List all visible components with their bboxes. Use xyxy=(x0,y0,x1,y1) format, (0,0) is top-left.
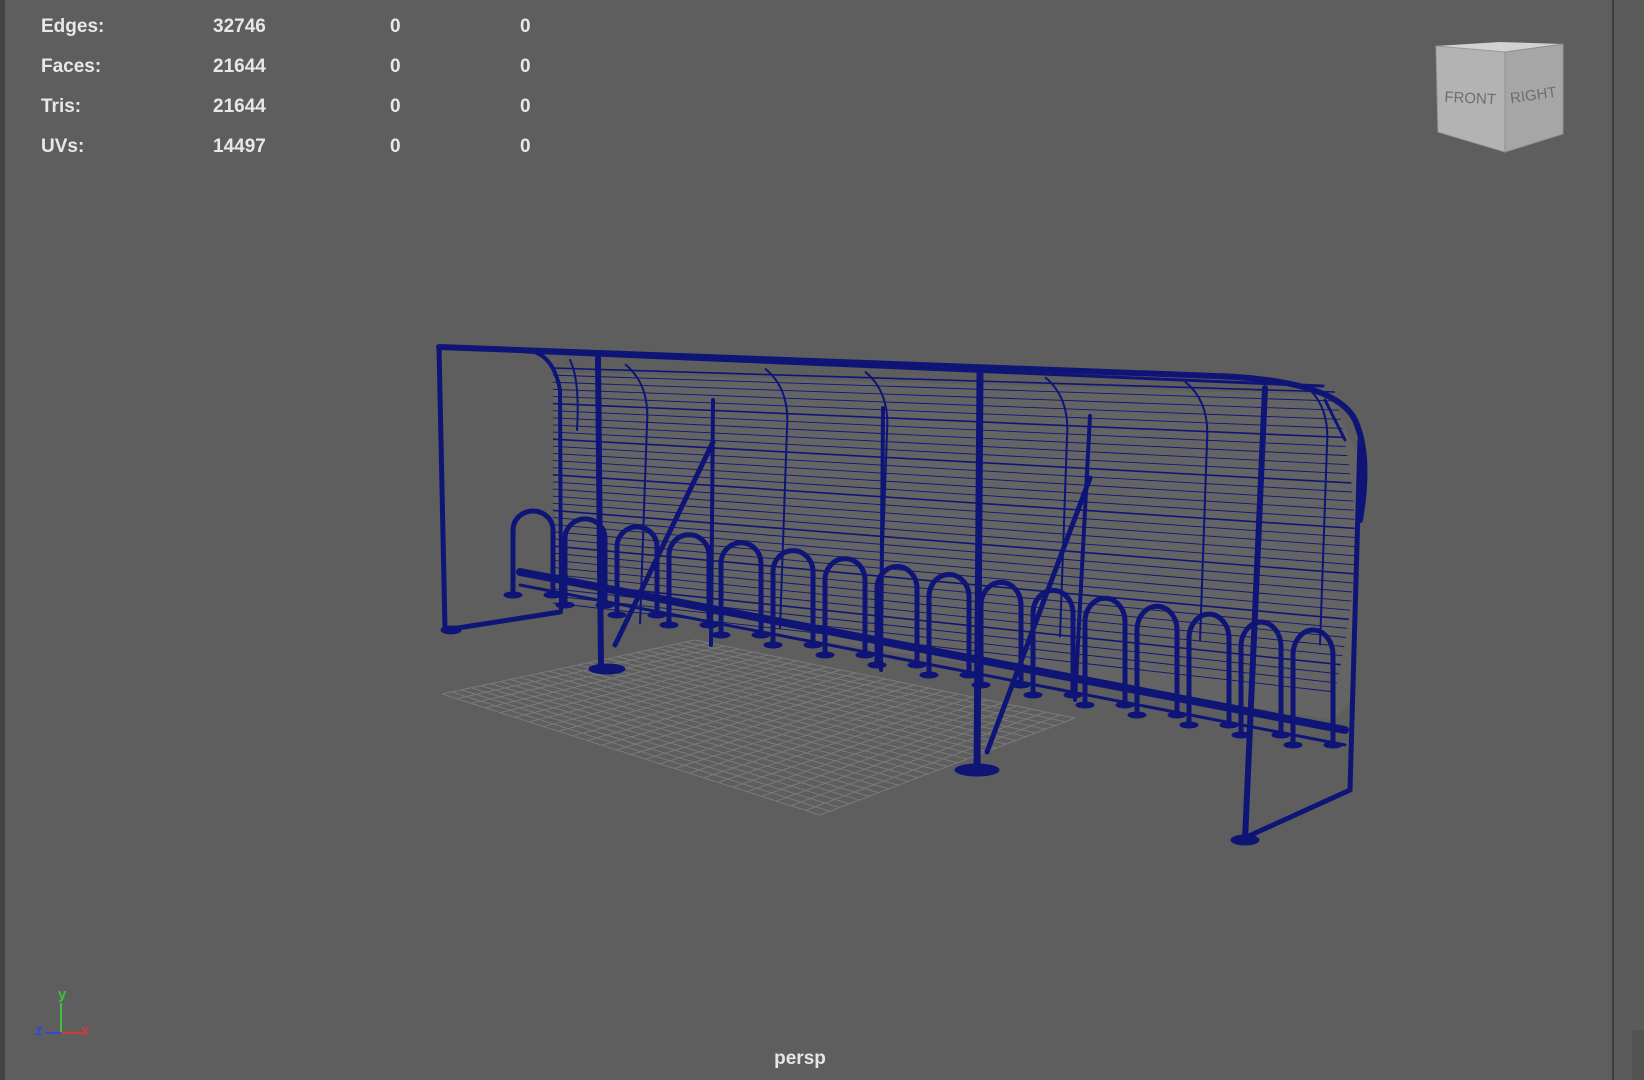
right-panel-edge xyxy=(1612,0,1644,1080)
wireframe-model[interactable] xyxy=(5,0,1612,1080)
view-cube[interactable]: FRONT RIGHT xyxy=(1430,36,1565,154)
viewcube-front-label[interactable]: FRONT xyxy=(1444,89,1496,109)
camera-name-label: persp xyxy=(774,1048,826,1069)
z-axis-label: z xyxy=(35,1022,43,1039)
x-axis-label: x xyxy=(81,1022,90,1039)
panel-scroll-handle[interactable] xyxy=(1632,1030,1644,1080)
perspective-viewport[interactable]: Edges: 32746 0 0 Faces: 21644 0 0 Tris: … xyxy=(0,0,1612,1080)
y-axis-label: y xyxy=(58,986,67,1003)
axis-gizmo: y z x xyxy=(35,986,90,1039)
